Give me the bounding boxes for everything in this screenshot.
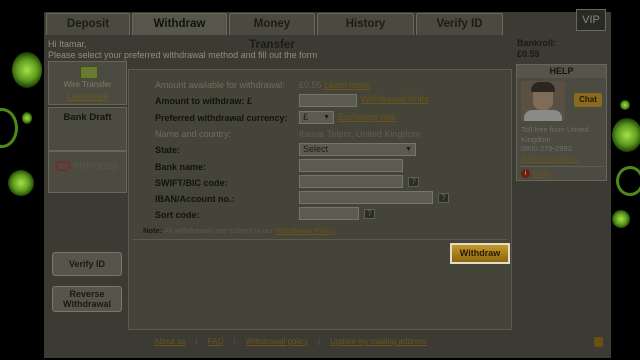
help-divider: [520, 166, 604, 167]
help-title: HELP: [517, 65, 606, 78]
currency-label: Preferred withdrawal currency:: [155, 113, 288, 123]
wire-transfer-label: Wire Transfer: [63, 80, 112, 89]
bank-draft-label: Bank Draft: [63, 112, 112, 123]
currency-value: £: [303, 112, 309, 122]
note-text: All withdrawals are subject to our: [162, 226, 276, 235]
help-link-row[interactable]: i Help: [521, 169, 549, 178]
chat-button[interactable]: Chat: [574, 93, 602, 107]
limits-row: Withdrawal limits: [361, 94, 429, 104]
support-agent-avatar: [521, 81, 565, 121]
state-select[interactable]: Select ▼: [299, 143, 416, 156]
available-label: Amount available for withdrawal:: [155, 80, 285, 90]
iban-input[interactable]: [299, 191, 433, 204]
bankroll-value: £0.55: [517, 49, 540, 59]
avatar-body: [524, 110, 562, 121]
amount-input[interactable]: [299, 94, 357, 107]
method-wire-transfer[interactable]: Wire Transfer Learn more: [48, 61, 127, 105]
amount-label: Amount to withdraw: £: [155, 96, 252, 106]
entropay-label: entropay: [73, 160, 118, 172]
withdraw-button-label: Withdraw: [452, 245, 508, 262]
footer-faq-link[interactable]: FAQ: [208, 337, 224, 346]
wire-learn-more-link[interactable]: Learn more: [49, 92, 126, 101]
withdrawal-policy-link[interactable]: Withdrawal Policy: [276, 226, 335, 235]
reverse-label: Reverse: [69, 289, 105, 299]
iban-help-icon[interactable]: ?: [438, 193, 449, 203]
greeting-name: Hi Itamar,: [48, 39, 87, 49]
tab-withdraw[interactable]: Withdraw: [132, 13, 227, 35]
greeting-instruction: Please select your preferred withdrawal …: [48, 50, 318, 60]
bank-name-label: Bank name:: [155, 162, 207, 172]
method-bank-draft[interactable]: Bank Draft: [48, 107, 127, 151]
cashier-tabs: Deposit Withdraw Money Transfer History …: [46, 13, 505, 51]
note-end: .: [334, 226, 337, 235]
phone-number: 0800-279-2992: [521, 144, 572, 153]
name-country-value: Itamar Telem, United Kingdom: [299, 129, 420, 139]
cashier-screen: Deposit Withdraw Money Transfer History …: [0, 0, 640, 360]
lock-icon: [594, 337, 603, 347]
tab-verify-id[interactable]: Verify ID: [416, 13, 503, 35]
tab-money-transfer[interactable]: Money Transfer: [229, 13, 315, 51]
bankroll: Bankroll: £0.55: [517, 38, 556, 60]
sort-code-label: Sort code:: [155, 210, 200, 220]
method-entropay[interactable]: entropay: [48, 151, 127, 193]
bank-name-input[interactable]: [299, 159, 403, 172]
iban-label: IBAN/Account no.:: [155, 194, 235, 204]
note-label: Note:: [143, 226, 163, 235]
available-learn-more-link[interactable]: Learn more: [324, 80, 370, 90]
state-label: State:: [155, 145, 181, 155]
chevron-down-icon: ▼: [323, 114, 330, 121]
green-glow-right-top: [612, 118, 640, 152]
currency-select[interactable]: £ ▼: [299, 111, 334, 124]
tab-deposit[interactable]: Deposit: [46, 13, 130, 35]
sort-code-help-icon[interactable]: ?: [364, 209, 375, 219]
footer-separator: |: [318, 337, 321, 346]
green-glow-left-top: [12, 52, 42, 88]
help-link[interactable]: Help: [533, 169, 549, 178]
withdrawal-limits-link[interactable]: Withdrawal limits: [361, 94, 429, 104]
bankroll-label: Bankroll:: [517, 38, 557, 48]
chevron-down-icon: ▼: [405, 146, 412, 153]
vip-button[interactable]: VIP: [576, 9, 606, 31]
withdrawal-note: Note: All withdrawals are subject to our…: [143, 226, 336, 235]
green-ring-left: [0, 108, 18, 148]
tab-history[interactable]: History: [317, 13, 414, 35]
footer-policy-link[interactable]: Withdrawal policy: [246, 337, 308, 346]
tollfree-numbers-link[interactable]: Toll-free numbers: [521, 154, 607, 164]
verify-id-button[interactable]: Verify ID: [52, 252, 122, 276]
name-country-label: Name and country:: [155, 129, 232, 139]
green-glow-left-mid: [8, 170, 34, 196]
footer-links: About us | FAQ | Withdrawal policy | Upd…: [154, 337, 427, 346]
greeting: Hi Itamar, Please select your preferred …: [48, 39, 317, 61]
available-row: £0.55 Learn more: [299, 80, 370, 90]
form-divider: [133, 239, 507, 240]
green-glow-right-small: [620, 100, 630, 110]
swift-label: SWIFT/BIC code:: [155, 178, 228, 188]
wire-transfer-icon: [80, 66, 98, 79]
tollfree-text: Toll-free from United Kingdom: [521, 125, 589, 144]
available-value: £0.55: [299, 80, 322, 90]
footer-update-address-link[interactable]: Update my mailing address: [330, 337, 427, 346]
entropay-logo: entropay: [55, 160, 118, 172]
swift-help-icon[interactable]: ?: [408, 177, 419, 187]
sort-code-input[interactable]: [299, 207, 359, 220]
reverse-withdrawal-button[interactable]: Reverse Withdrawal: [52, 286, 122, 312]
footer-separator: |: [195, 337, 198, 346]
green-glow-right-bottom: [612, 210, 630, 228]
exchange-row: Exchange rate: [338, 112, 396, 122]
withdrawal-label: Withdrawal: [63, 299, 111, 309]
footer-about-link[interactable]: About us: [154, 337, 186, 346]
entropay-icon: [55, 161, 71, 171]
green-glow-left-small: [22, 112, 32, 124]
avatar-hair: [531, 82, 555, 92]
exchange-rate-link[interactable]: Exchange rate: [338, 112, 396, 122]
help-box: HELP Chat Toll-free from United Kingdom …: [516, 64, 607, 181]
help-contact: Toll-free from United Kingdom 0800-279-2…: [521, 125, 607, 163]
green-ring-right: [616, 166, 640, 196]
withdraw-button[interactable]: Withdraw: [450, 243, 510, 264]
swift-input[interactable]: [299, 175, 403, 188]
footer-separator: |: [233, 337, 236, 346]
info-icon: i: [521, 169, 530, 178]
state-value: Select: [303, 144, 329, 154]
